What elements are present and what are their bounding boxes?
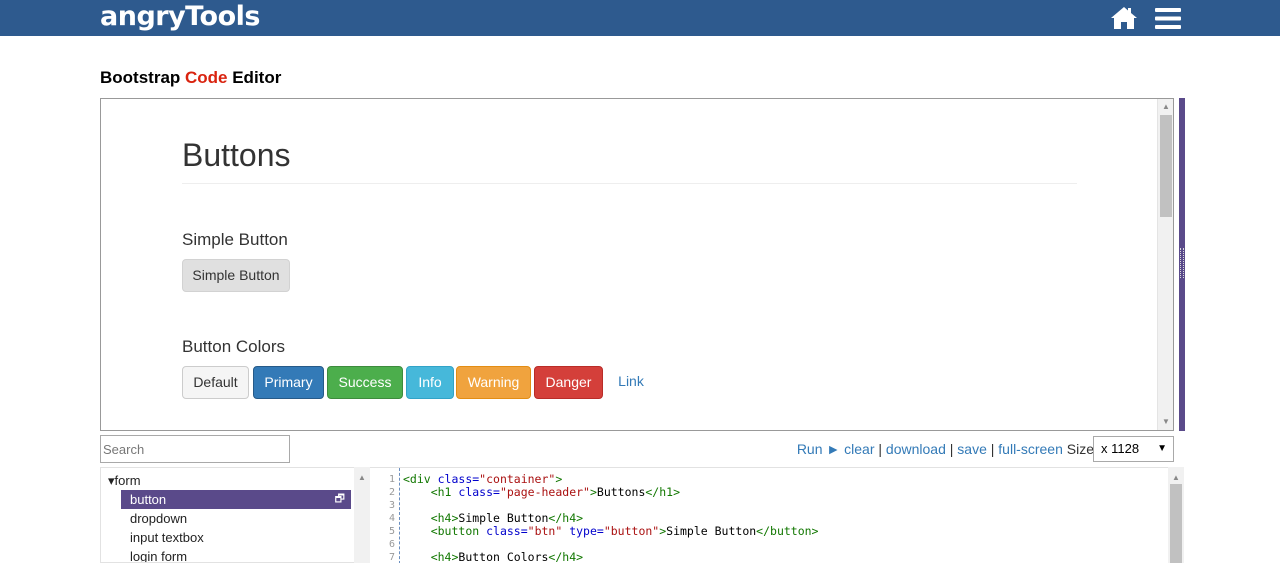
app-logo[interactable]: angryTools	[100, 0, 260, 36]
page-title-part: Bootstrap	[100, 68, 185, 87]
scroll-down-arrow-icon[interactable]: ▼	[1158, 415, 1174, 429]
scroll-up-arrow-icon[interactable]: ▲	[354, 471, 370, 485]
code-token: <div	[403, 472, 438, 486]
link-button[interactable]: Link	[607, 366, 655, 399]
size-label: Size	[1066, 441, 1094, 457]
code-editor[interactable]: 1 2 3 4 5 6 7 <div class="container"> <h…	[370, 467, 1170, 563]
tree-item-label: button	[130, 492, 167, 507]
preview-section-title: Simple Button	[182, 230, 288, 249]
hamburger-menu-icon[interactable]	[1155, 8, 1181, 29]
code-token: class=	[437, 472, 480, 486]
tree-folder-form[interactable]: ▾form	[108, 471, 141, 490]
tree-item-button[interactable]: button 🗗	[121, 490, 351, 509]
open-in-new-window-icon[interactable]: 🗗	[335, 490, 345, 509]
code-token: "btn"	[527, 524, 563, 538]
top-navigation-bar: angryTools	[0, 0, 1280, 36]
page-title: Bootstrap Code Editor	[100, 68, 281, 88]
size-select-value: x 1128	[1101, 441, 1140, 456]
success-button[interactable]: Success	[327, 366, 403, 399]
code-token: </button>	[756, 524, 819, 538]
clear-link[interactable]: clear	[844, 441, 874, 457]
preview-heading: Buttons	[182, 137, 291, 173]
preview-scrollbar-thumb[interactable]	[1160, 115, 1172, 217]
code-token: <button	[430, 524, 487, 538]
resize-splitter[interactable]	[1179, 98, 1185, 431]
save-link[interactable]: save	[957, 441, 987, 457]
preview-pane: Buttons Simple Button Simple Button Butt…	[100, 98, 1174, 431]
code-line: <h1 class="page-header">Buttons</h1>	[403, 486, 680, 499]
simple-button[interactable]: Simple Button	[182, 259, 290, 292]
download-link[interactable]: download	[886, 441, 946, 457]
code-token: <h4>	[430, 511, 459, 525]
tree-item-dropdown[interactable]: dropdown	[121, 509, 351, 528]
code-token: Buttons	[596, 485, 646, 499]
code-token: class=	[486, 524, 528, 538]
code-token: "button"	[603, 524, 660, 538]
tree-item-input-textbox[interactable]: input textbox	[121, 528, 351, 547]
code-token: </h4>	[548, 550, 584, 563]
line-number: 2	[388, 487, 395, 498]
scroll-up-arrow-icon[interactable]: ▲	[1168, 471, 1184, 485]
info-button[interactable]: Info	[406, 366, 454, 399]
line-number: 5	[388, 526, 395, 537]
chevron-down-icon: ▼	[1157, 443, 1167, 454]
tree-item-login-form[interactable]: login form	[121, 547, 351, 562]
code-token: <h1	[430, 485, 459, 499]
page-title-highlight: Code	[185, 68, 228, 87]
grip-handle-icon[interactable]	[1180, 248, 1184, 278]
run-link[interactable]: Run ►	[797, 441, 840, 457]
code-line: <button class="btn" type="button">Simple…	[403, 524, 819, 538]
code-token: </h4>	[548, 511, 584, 525]
editor-actions: Run ► clear | download | save | full-scr…	[100, 435, 1094, 463]
code-token: class=	[458, 485, 500, 499]
code-token: Button Colors	[458, 550, 549, 563]
code-token: <h4>	[430, 550, 459, 563]
separator: |	[990, 441, 995, 457]
code-token: "page-header"	[499, 485, 590, 499]
page-title-part: Editor	[227, 68, 282, 87]
line-number: 3	[388, 500, 395, 511]
code-token: >	[555, 472, 563, 486]
line-number-gutter: 1 2 3 4 5 6 7	[370, 468, 400, 563]
line-number: 1	[388, 474, 395, 485]
tree-scrollbar[interactable]: ▲	[354, 467, 370, 563]
snippet-tree: ▾form button 🗗 dropdown input textbox lo…	[100, 467, 370, 563]
code-line: <h4>Button Colors</h4>	[403, 551, 583, 563]
line-number: 7	[388, 552, 395, 563]
warning-button[interactable]: Warning	[456, 366, 531, 399]
code-token: Simple Button	[666, 524, 757, 538]
preview-header-rule	[182, 183, 1077, 184]
full-screen-link[interactable]: full-screen	[998, 441, 1063, 457]
code-token: "container"	[479, 472, 556, 486]
separator: |	[949, 441, 954, 457]
danger-button[interactable]: Danger	[534, 366, 603, 399]
separator: |	[878, 441, 883, 457]
line-number: 4	[388, 513, 395, 524]
code-token: </h1>	[645, 485, 680, 499]
scroll-up-arrow-icon[interactable]: ▲	[1158, 100, 1174, 114]
preview-section-title: Button Colors	[182, 337, 285, 356]
default-button[interactable]: Default	[182, 366, 249, 399]
editor-scrollbar[interactable]: ▲	[1168, 467, 1184, 563]
preview-scrollbar[interactable]: ▲ ▼	[1157, 99, 1173, 430]
size-select[interactable]: x 1128 ▼	[1093, 436, 1174, 462]
code-token: Simple Button	[458, 511, 549, 525]
home-icon[interactable]	[1110, 6, 1138, 30]
code-token: type=	[569, 524, 604, 538]
primary-button[interactable]: Primary	[253, 366, 324, 399]
code-token: >	[589, 485, 597, 499]
editor-scrollbar-thumb[interactable]	[1170, 484, 1182, 563]
line-number: 6	[388, 539, 395, 550]
